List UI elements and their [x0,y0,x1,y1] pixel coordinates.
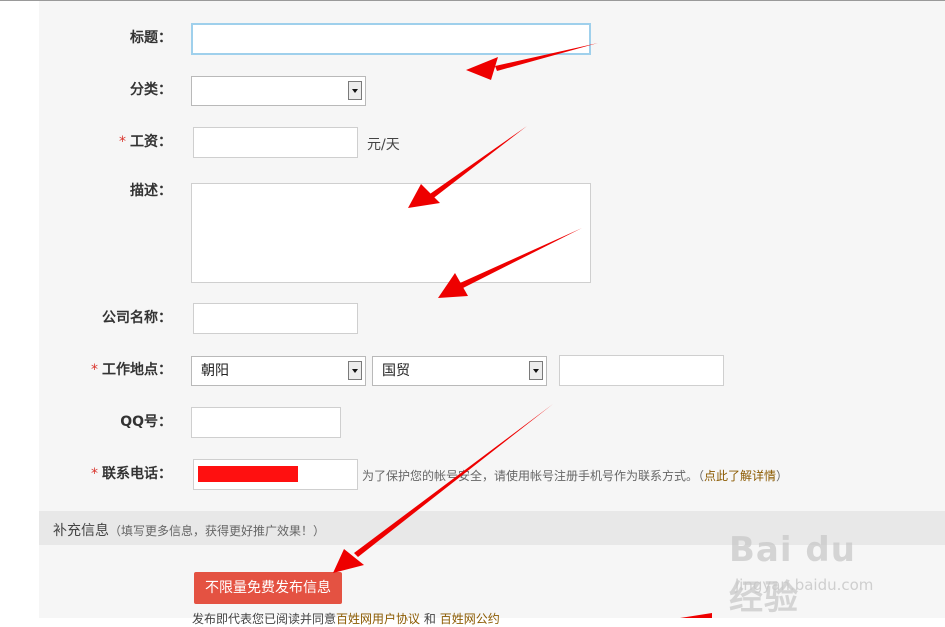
area-select[interactable]: 国贸 [372,356,547,386]
watermark-logo: Bai du 经验 [729,530,856,618]
description-label: 描述： [130,183,172,199]
qq-input[interactable] [191,407,341,438]
section-subtitle: （填写更多信息，获得更好推广效果！） [109,524,326,538]
chevron-down-icon[interactable] [348,81,362,100]
phone-hint: 为了保护您的帐号安全，请使用帐号注册手机号作为联系方式。（点此了解详情） [362,469,789,483]
company-label: 公司名称： [102,310,172,326]
convention-link[interactable]: 百姓网公约 [440,612,500,626]
chevron-down-icon[interactable] [348,361,362,380]
publish-button[interactable]: 不限量免费发布信息 [194,572,342,604]
qq-label: QQ号： [120,414,172,430]
salary-input[interactable] [193,127,358,158]
category-label: 分类： [130,82,172,98]
category-select[interactable] [191,76,366,106]
area-select-value: 国贸 [382,363,410,379]
redaction-mark [198,466,298,482]
phone-hint-link[interactable]: 点此了解详情 [704,469,776,483]
district-select-value: 朝阳 [201,363,229,379]
baidu-jingyan-watermark: Bai du 经验 jingyan.baidu.com [725,510,895,618]
title-input[interactable] [191,23,591,55]
agreement-text: 发布即代表您已阅读并同意百姓网用户协议 和 百姓网公约 [192,612,500,626]
chevron-down-icon[interactable] [529,361,543,380]
phone-input[interactable] [193,459,358,490]
user-agreement-link[interactable]: 百姓网用户协议 [336,612,420,626]
district-select[interactable]: 朝阳 [191,356,366,386]
company-input[interactable] [193,303,358,334]
description-textarea[interactable] [191,183,591,283]
title-label: 标题： [130,30,172,46]
phone-label: * 联系电话： [91,466,172,482]
salary-label: * 工资： [119,134,172,150]
address-input[interactable] [559,355,724,386]
salary-unit: 元/天 [367,137,400,153]
watermark-url: jingyan.baidu.com [735,576,874,594]
section-title: 补充信息（填写更多信息，获得更好推广效果！） [53,523,326,539]
location-label: * 工作地点： [91,362,172,378]
